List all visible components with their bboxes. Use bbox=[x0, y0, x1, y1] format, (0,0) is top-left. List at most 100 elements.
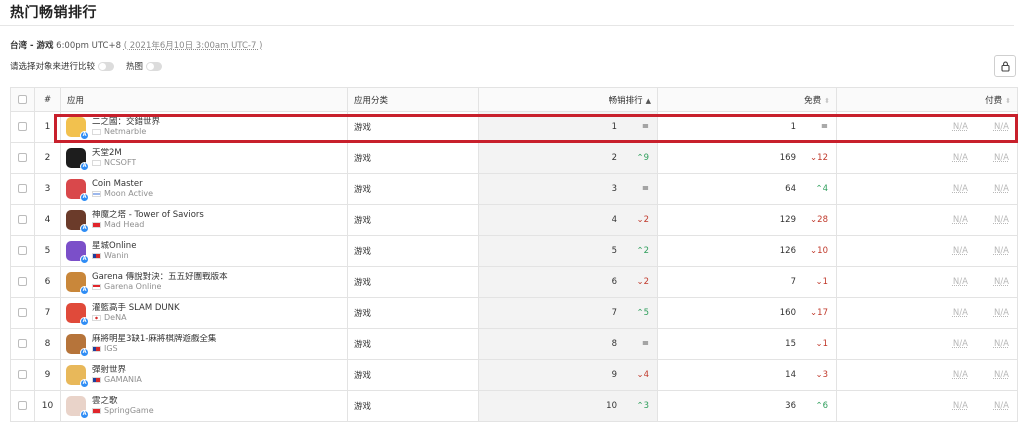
free-cell: 160 ⌄17 bbox=[657, 297, 837, 329]
app-cell[interactable]: A 彈射世界 GAMANIA bbox=[60, 359, 348, 391]
publisher-name[interactable]: Garena Online bbox=[104, 282, 161, 292]
col-category[interactable]: 应用分类 bbox=[347, 87, 479, 112]
app-name[interactable]: 灌籃高手 SLAM DUNK bbox=[92, 303, 180, 313]
row-checkbox[interactable] bbox=[18, 122, 27, 131]
table-row[interactable]: 10 A 雲之歌 SpringGame 游戏 10 ⌃3 36 ⌃6 N/A N/A bbox=[10, 390, 1018, 422]
col-paid-label: 付费 bbox=[985, 95, 1003, 106]
table-row[interactable]: 4 A 神魔之塔 - Tower of Saviors Mad Head 游戏 4 ⌄2 12… bbox=[10, 204, 1018, 236]
app-name[interactable]: 雲之歌 bbox=[92, 396, 154, 406]
table-row[interactable]: 7 A 灌籃高手 SLAM DUNK DeNA 游戏 7 ⌃5 160 ⌄17 N/A N/A bbox=[10, 297, 1018, 329]
paid-rank[interactable]: N/A bbox=[953, 370, 968, 380]
row-checkbox[interactable] bbox=[18, 215, 27, 224]
publisher-name[interactable]: IGS bbox=[104, 344, 118, 354]
app-icon[interactable]: A bbox=[66, 210, 89, 233]
publisher-name[interactable]: DeNA bbox=[104, 313, 127, 323]
grossing-change: ⌄2 bbox=[617, 215, 649, 225]
app-cell[interactable]: A 天堂2M NCSOFT bbox=[60, 142, 348, 174]
app-cell[interactable]: A 灌籃高手 SLAM DUNK DeNA bbox=[60, 297, 348, 329]
publisher-name[interactable]: Moon Active bbox=[104, 189, 153, 199]
app-icon[interactable]: A bbox=[66, 396, 89, 419]
heatmap-toggle[interactable] bbox=[146, 61, 163, 71]
app-icon[interactable]: A bbox=[66, 241, 89, 264]
app-cell[interactable]: A 雲之歌 SpringGame bbox=[60, 390, 348, 422]
publisher-name[interactable]: GAMANIA bbox=[104, 375, 142, 385]
row-checkbox[interactable] bbox=[18, 277, 27, 286]
paid-change[interactable]: N/A bbox=[994, 246, 1009, 256]
row-checkbox[interactable] bbox=[18, 401, 27, 410]
col-app[interactable]: 应用 bbox=[60, 87, 348, 112]
app-icon[interactable]: A bbox=[66, 148, 89, 171]
app-store-icon: A bbox=[80, 255, 89, 264]
publisher-name[interactable]: Netmarble bbox=[104, 127, 146, 137]
publisher-name[interactable]: NCSOFT bbox=[104, 158, 136, 168]
paid-change[interactable]: N/A bbox=[994, 370, 1009, 380]
app-name[interactable]: Garena 傳說對決：五五好團戰版本 bbox=[92, 272, 228, 282]
row-checkbox[interactable] bbox=[18, 339, 27, 348]
app-name[interactable]: 天堂2M bbox=[92, 148, 136, 158]
paid-change[interactable]: N/A bbox=[994, 184, 1009, 194]
table-row[interactable]: 9 A 彈射世界 GAMANIA 游戏 9 ⌄4 14 ⌄3 N/A N/A bbox=[10, 359, 1018, 391]
paid-rank[interactable]: N/A bbox=[953, 277, 968, 287]
paid-change[interactable]: N/A bbox=[994, 308, 1009, 318]
col-free[interactable]: 免费 ⬍ bbox=[657, 87, 837, 112]
app-cell[interactable]: A 星城Online Wanin bbox=[60, 235, 348, 267]
app-name[interactable]: 二之國：交錯世界 bbox=[92, 117, 160, 127]
paid-rank[interactable]: N/A bbox=[953, 339, 968, 349]
paid-rank[interactable]: N/A bbox=[953, 246, 968, 256]
col-grossing[interactable]: 畅销排行 ▲ bbox=[478, 87, 658, 112]
paid-change[interactable]: N/A bbox=[994, 215, 1009, 225]
app-icon[interactable]: A bbox=[66, 272, 89, 295]
paid-rank[interactable]: N/A bbox=[953, 153, 968, 163]
paid-rank[interactable]: N/A bbox=[953, 308, 968, 318]
publisher-name[interactable]: SpringGame bbox=[104, 406, 154, 416]
app-name[interactable]: 星城Online bbox=[92, 241, 136, 251]
app-cell[interactable]: A 神魔之塔 - Tower of Saviors Mad Head bbox=[60, 204, 348, 236]
table-row[interactable]: 6 A Garena 傳說對決：五五好團戰版本 Garena Online 游戏 6 ⌄2 7… bbox=[10, 266, 1018, 298]
app-cell[interactable]: A 二之國：交錯世界 Netmarble bbox=[60, 111, 348, 143]
alt-time-label[interactable]: ( 2021年6月10日 3:00am UTC-7 ) bbox=[124, 41, 263, 51]
table-row[interactable]: 5 A 星城Online Wanin 游戏 5 ⌃2 126 ⌄10 N/A N/A bbox=[10, 235, 1018, 267]
row-checkbox[interactable] bbox=[18, 184, 27, 193]
app-icon[interactable]: A bbox=[66, 365, 89, 388]
compare-toggle[interactable] bbox=[98, 61, 115, 71]
app-cell[interactable]: A 麻將明星3缺1-麻將棋牌遊戲全集 IGS bbox=[60, 328, 348, 360]
paid-change[interactable]: N/A bbox=[994, 153, 1009, 163]
col-paid[interactable]: 付费 ⬍ bbox=[836, 87, 1018, 112]
app-cell[interactable]: A Garena 傳說對決：五五好團戰版本 Garena Online bbox=[60, 266, 348, 298]
table-row[interactable]: 8 A 麻將明星3缺1-麻將棋牌遊戲全集 IGS 游戏 8 = 15 ⌄1 N/A N/A bbox=[10, 328, 1018, 360]
paid-rank[interactable]: N/A bbox=[953, 122, 968, 132]
select-all-checkbox[interactable] bbox=[18, 94, 27, 104]
table-row[interactable]: 3 A Coin Master Moon Active 游戏 3 = 64 ⌃4 N/A N/A bbox=[10, 173, 1018, 205]
paid-change[interactable]: N/A bbox=[994, 339, 1009, 349]
paid-change[interactable]: N/A bbox=[994, 122, 1009, 132]
publisher-name[interactable]: Wanin bbox=[104, 251, 129, 261]
app-icon[interactable]: A bbox=[66, 334, 89, 357]
app-cell[interactable]: A Coin Master Moon Active bbox=[60, 173, 348, 205]
row-checkbox[interactable] bbox=[18, 246, 27, 255]
country-flag-icon bbox=[92, 408, 101, 414]
app-name[interactable]: 神魔之塔 - Tower of Saviors bbox=[92, 210, 204, 220]
row-checkbox[interactable] bbox=[18, 153, 27, 162]
app-icon[interactable]: A bbox=[66, 303, 89, 326]
paid-change[interactable]: N/A bbox=[994, 277, 1009, 287]
row-checkbox[interactable] bbox=[18, 308, 27, 317]
app-name[interactable]: Coin Master bbox=[92, 179, 153, 189]
grossing-rank: 6 bbox=[611, 277, 617, 287]
paid-rank[interactable]: N/A bbox=[953, 401, 968, 411]
table-row[interactable]: 1 A 二之國：交錯世界 Netmarble 游戏 1 = 1 = N/A N/A bbox=[10, 111, 1018, 143]
free-change: = bbox=[796, 122, 828, 132]
app-icon[interactable]: A bbox=[66, 117, 89, 140]
app-name[interactable]: 彈射世界 bbox=[92, 365, 142, 375]
paid-rank[interactable]: N/A bbox=[953, 215, 968, 225]
free-rank: 15 bbox=[785, 339, 796, 349]
paid-change[interactable]: N/A bbox=[994, 401, 1009, 411]
table-row[interactable]: 2 A 天堂2M NCSOFT 游戏 2 ⌃9 169 ⌄12 N/A N/A bbox=[10, 142, 1018, 174]
app-name[interactable]: 麻將明星3缺1-麻將棋牌遊戲全集 bbox=[92, 334, 216, 344]
paid-rank[interactable]: N/A bbox=[953, 184, 968, 194]
publisher-name[interactable]: Mad Head bbox=[104, 220, 144, 230]
country-flag-icon bbox=[92, 253, 101, 259]
row-checkbox[interactable] bbox=[18, 370, 27, 379]
app-icon[interactable]: A bbox=[66, 179, 89, 202]
lock-button[interactable] bbox=[994, 55, 1016, 77]
free-change: ⌄28 bbox=[796, 215, 828, 225]
